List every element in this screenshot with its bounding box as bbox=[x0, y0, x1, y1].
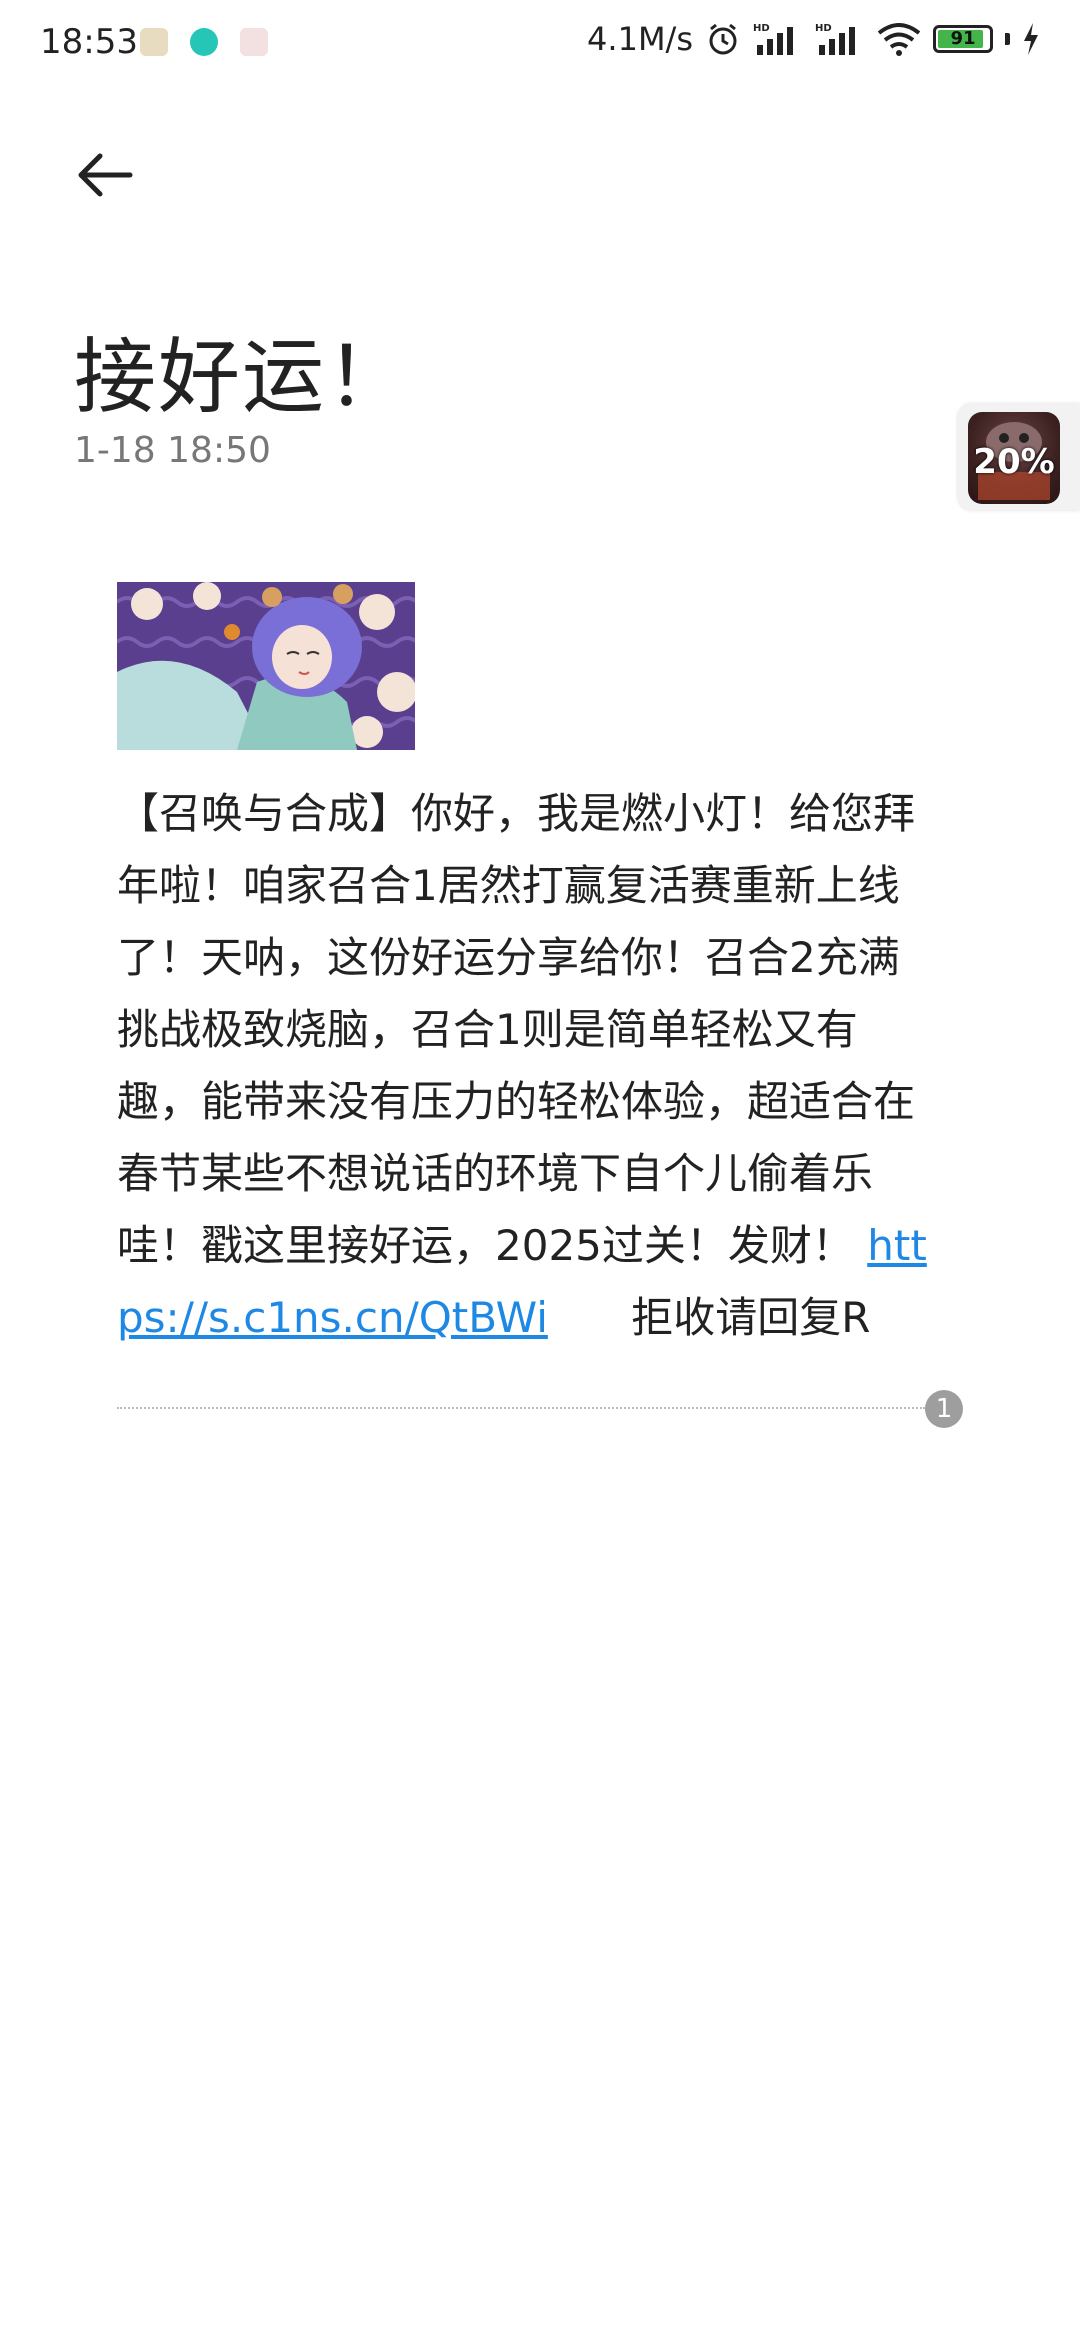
floating-game-widget[interactable]: 20% bbox=[958, 404, 1080, 510]
wifi-icon bbox=[877, 23, 921, 56]
message-separator bbox=[117, 1407, 925, 1409]
anime-banner-image[interactable] bbox=[117, 582, 415, 750]
progress-percent: 20% bbox=[973, 442, 1055, 482]
message-count-badge: 1 bbox=[925, 1390, 963, 1428]
gallery-icon bbox=[240, 28, 268, 56]
net-speed: 4.1M/s bbox=[587, 20, 693, 58]
calendar-icon bbox=[140, 28, 168, 56]
message-timestamp: 1-18 18:50 bbox=[74, 430, 271, 471]
game-avatar-icon: 20% bbox=[968, 412, 1060, 504]
battery-indicator: 91 bbox=[933, 25, 993, 53]
svg-text:HD: HD bbox=[753, 23, 770, 34]
status-bar: 18:53 4.1M/s HD HD 91 bbox=[0, 0, 1080, 90]
page-title: 接好运！ bbox=[74, 330, 411, 425]
anime-banner-art bbox=[117, 582, 415, 750]
arrow-left-icon bbox=[78, 153, 133, 197]
app-notification-icon bbox=[190, 28, 218, 56]
alarm-icon bbox=[709, 23, 737, 55]
back-button[interactable] bbox=[70, 140, 150, 210]
status-time: 18:53 bbox=[40, 22, 138, 62]
message-body: 【召唤与合成】你好，我是燃小灯！给您拜年啦！咱家召合1居然打赢复活赛重新上线了！… bbox=[117, 778, 937, 1354]
notification-icons bbox=[140, 28, 268, 56]
message-text: 【召唤与合成】你好，我是燃小灯！给您拜年啦！咱家召合1居然打赢复活赛重新上线了！… bbox=[117, 789, 916, 1270]
status-right: 4.1M/s HD HD 91 bbox=[587, 20, 1040, 58]
unsubscribe-note: 拒收请回复R bbox=[631, 1293, 871, 1342]
battery-level: 91 bbox=[950, 28, 976, 49]
signal-hd-icon: HD bbox=[815, 23, 855, 55]
svg-text:HD: HD bbox=[815, 23, 832, 34]
battery-nub bbox=[1005, 33, 1010, 45]
charging-icon bbox=[1024, 23, 1038, 55]
signal-hd-icon: HD bbox=[753, 23, 793, 55]
